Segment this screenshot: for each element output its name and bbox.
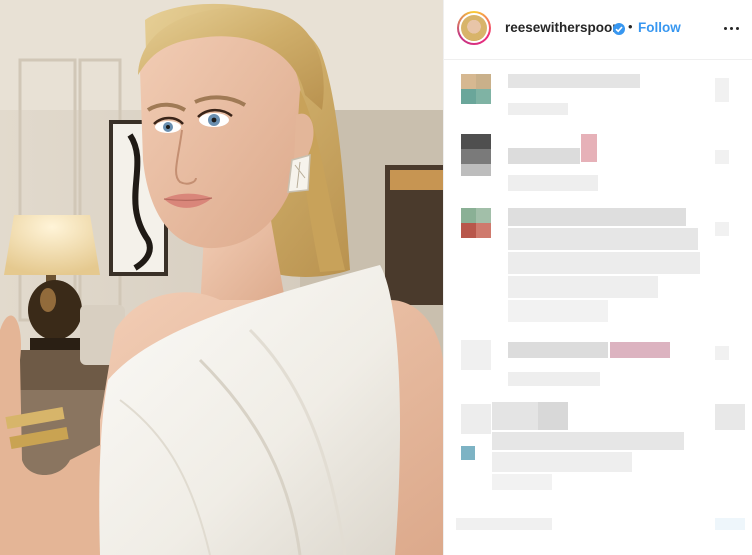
post-image	[0, 0, 443, 555]
comment-text-blur	[456, 518, 552, 530]
comment-text-blur	[508, 252, 700, 274]
comment-highlight-blur	[610, 342, 670, 358]
comment-avatar-lower	[461, 446, 475, 460]
comment-text-blur	[508, 342, 608, 358]
post-side-panel: reesewitherspoon • Follow	[443, 0, 752, 555]
comment-text-blur	[492, 452, 632, 472]
comment-avatar	[461, 340, 491, 370]
avatar[interactable]	[457, 11, 491, 45]
comment-text-blur	[508, 148, 580, 164]
comment-like-blur	[715, 150, 729, 164]
comment-like-blur	[715, 346, 729, 360]
comment-text-blur	[508, 228, 698, 250]
follow-button[interactable]: Follow	[638, 20, 681, 35]
comment-like-blur	[715, 222, 729, 236]
comment-like-blur	[715, 78, 729, 102]
comment-like-blur	[715, 404, 745, 430]
comment-avatar-lower	[461, 223, 491, 238]
comment-avatar	[461, 134, 491, 164]
comment-text-blur	[492, 474, 552, 490]
post-photo[interactable]	[0, 0, 443, 555]
comment-avatar-lower	[461, 164, 491, 176]
comment-text-blur	[508, 74, 640, 88]
comment-text-blur	[508, 276, 658, 298]
comment-like-blur	[715, 518, 745, 530]
avatar-ring-inner	[459, 13, 489, 43]
comment-avatar-bottom	[461, 89, 491, 104]
comment-text-blur	[508, 175, 598, 191]
comment-highlight-blur	[581, 134, 597, 162]
comment-avatar	[461, 208, 491, 223]
avatar-image	[461, 15, 487, 41]
comment-text-blur	[508, 103, 568, 115]
comment-text-blur	[508, 208, 686, 226]
verified-badge-icon	[613, 23, 625, 35]
post-header: reesewitherspoon • Follow	[444, 0, 752, 60]
comment-avatar	[461, 404, 491, 434]
separator-dot: •	[628, 19, 633, 34]
username-link[interactable]: reesewitherspoon	[505, 20, 621, 35]
more-options-icon[interactable]	[720, 16, 744, 40]
comment-text-blur	[492, 432, 684, 450]
comment-text-blur	[508, 300, 608, 322]
comment-text-blur	[508, 372, 600, 386]
comment-text-blur	[538, 402, 568, 430]
